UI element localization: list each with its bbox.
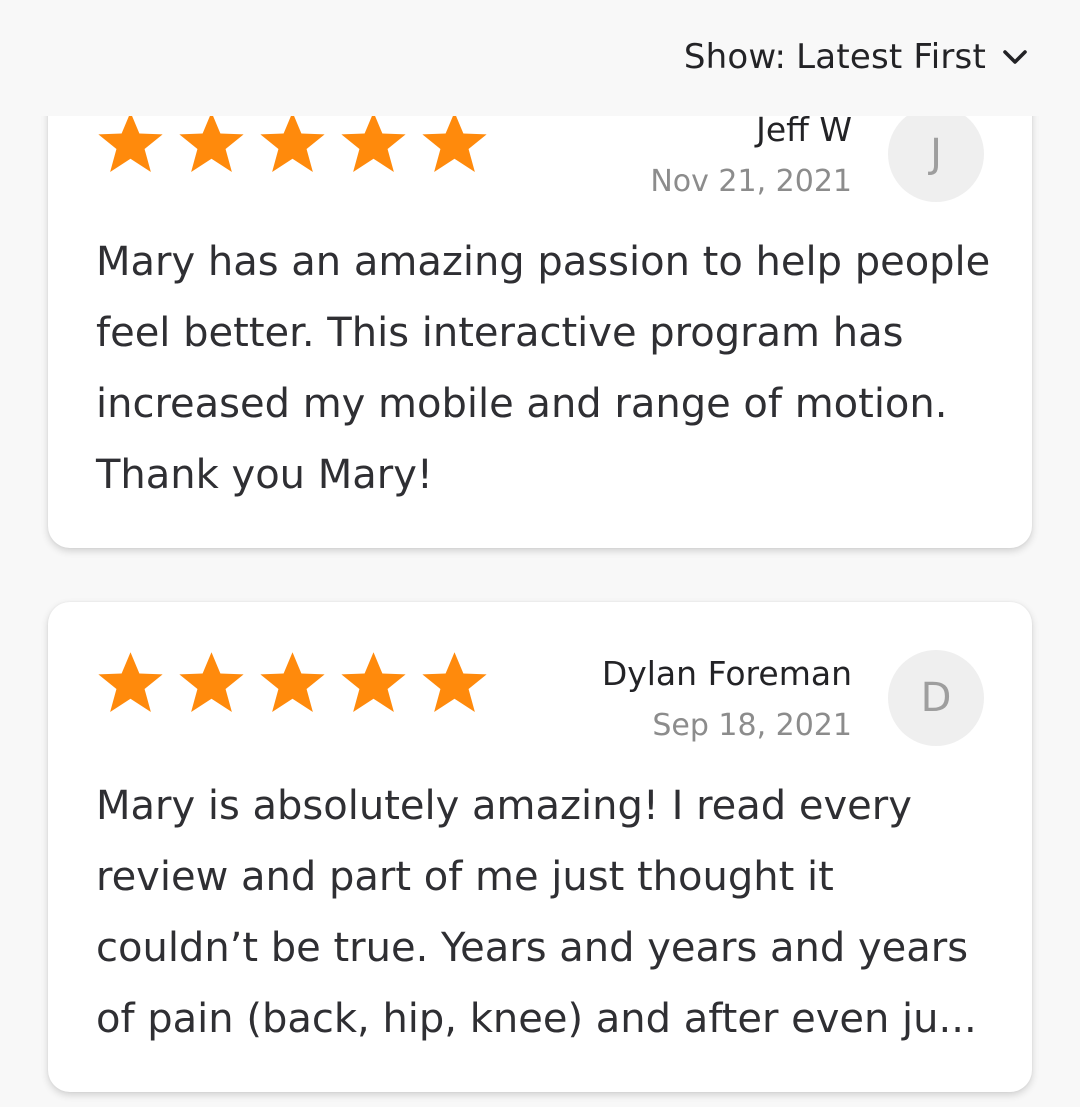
star-icon (341, 112, 406, 172)
star-icon (341, 652, 406, 712)
star-icon (179, 112, 244, 172)
star-rating (96, 110, 489, 176)
review-text: Mary has an amazing passion to help peop… (96, 239, 991, 498)
star-rating (96, 650, 489, 716)
sort-value-label: Latest First (796, 37, 986, 77)
star-icon (179, 652, 244, 712)
review-card: Jeff W Nov 21, 2021 J Mary has an amazin… (48, 68, 1032, 548)
review-card[interactable]: Dylan Foreman Sep 18, 2021 D Mary is abs… (48, 602, 1032, 1092)
chevron-down-icon (1003, 50, 1027, 64)
reviews-viewport[interactable]: Show: Latest First Jeff W Nov 21, 2021 J… (0, 0, 1080, 1107)
review-text-truncated[interactable]: Mary is absolutely amazing! I read every… (96, 771, 996, 1055)
star-icon (260, 112, 325, 172)
star-icon (260, 652, 325, 712)
sort-dropdown[interactable]: Show: Latest First (684, 36, 1030, 78)
reviewer-info: Jeff W Nov 21, 2021 (650, 110, 852, 200)
star-icon (422, 652, 487, 712)
sort-prefix-label: Show: (683, 37, 787, 77)
review-date: Sep 18, 2021 (652, 708, 852, 743)
reviews-toolbar: Show: Latest First (0, 0, 1080, 116)
star-icon (98, 652, 163, 712)
reviewer-name: Dylan Foreman (601, 654, 852, 693)
reviewer-info: Dylan Foreman Sep 18, 2021 (602, 654, 852, 744)
review-date: Nov 21, 2021 (650, 164, 852, 199)
star-icon (422, 112, 487, 172)
avatar: D (888, 650, 984, 746)
reviewer-name: Jeff W (756, 110, 852, 149)
avatar: J (888, 106, 984, 202)
star-icon (98, 112, 163, 172)
